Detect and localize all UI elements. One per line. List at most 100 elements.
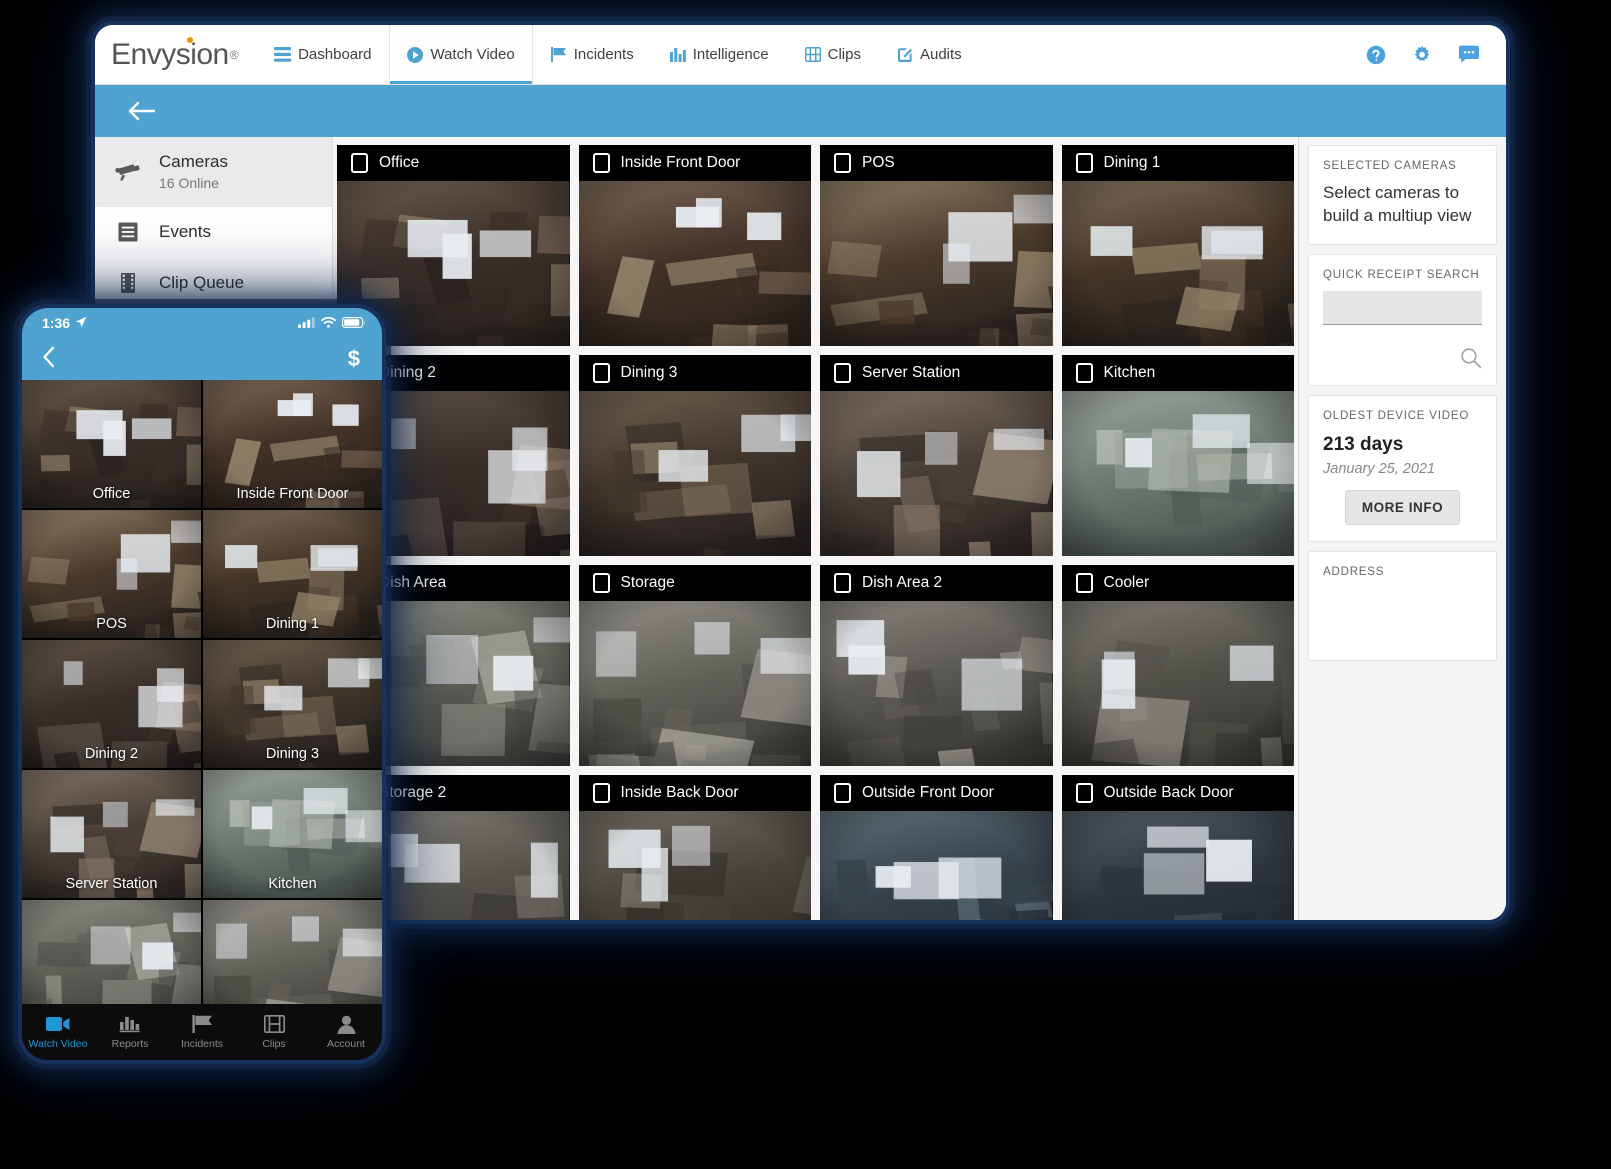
search-icon[interactable] (1460, 347, 1482, 369)
receipt-dollar-button[interactable]: $ (348, 346, 360, 372)
camera-tile-header: Server Station (820, 355, 1053, 391)
phone-camera-tile[interactable]: Kitchen (203, 770, 382, 898)
camera-tile-header: POS (820, 145, 1053, 181)
phone-status-bar: 1:36 (22, 308, 382, 338)
camera-select-checkbox[interactable] (834, 153, 851, 173)
camera-select-checkbox[interactable] (834, 573, 851, 593)
back-arrow-icon[interactable] (127, 100, 155, 122)
nav-item-label: Dashboard (298, 46, 372, 63)
camera-thumbnail[interactable] (820, 601, 1053, 766)
camera-tile[interactable]: Dish Area 2 (820, 565, 1053, 766)
phone-tab-bar: Watch Video Reports Incidents Clips Acco… (22, 1004, 382, 1060)
camera-tile-header: Cooler (1061, 565, 1294, 601)
camera-tile[interactable]: Server Station (820, 355, 1053, 556)
location-arrow-icon (75, 315, 87, 331)
camera-tile-header: Kitchen (1061, 355, 1294, 391)
camera-tile[interactable]: Outside Back Door (1061, 775, 1294, 920)
film-icon (263, 1014, 285, 1034)
sidebar-item-events[interactable]: Events (95, 207, 332, 258)
camera-tile[interactable]: Dining 3 (578, 355, 811, 556)
phone-camera-tile[interactable]: Office (22, 380, 201, 508)
chat-icon[interactable] (1458, 45, 1480, 64)
phone-tab-account[interactable]: Account (310, 1014, 382, 1050)
phone-tab-reports[interactable]: Reports (94, 1014, 166, 1050)
phone-tab-label: Reports (111, 1038, 149, 1050)
receipt-search-input[interactable] (1323, 290, 1482, 325)
camera-name-label: Storage (620, 574, 675, 591)
phone-status-time: 1:36 (42, 315, 71, 331)
camera-select-checkbox[interactable] (592, 573, 610, 593)
camera-select-checkbox[interactable] (834, 783, 851, 803)
phone-camera-name-label: Kitchen (268, 876, 317, 892)
phone-camera-tile[interactable]: Dining 3 (203, 640, 382, 768)
nav-item-label: Audits (919, 46, 962, 63)
sidebar-item-label: Cameras (159, 152, 228, 171)
camera-select-checkbox[interactable] (1075, 783, 1093, 803)
nav-item-incidents[interactable]: Incidents (533, 25, 652, 84)
brand-accent-dot (187, 37, 193, 43)
phone-camera-name-label: Dining 1 (265, 616, 320, 632)
phone-camera-tile[interactable]: Inside Front Door (203, 380, 382, 508)
phone-camera-tile[interactable]: Server Station (22, 770, 201, 898)
camera-tile[interactable]: Cooler (1061, 565, 1294, 766)
camera-select-checkbox[interactable] (592, 153, 610, 173)
sidebar-item-clip-queue[interactable]: Clip Queue (95, 258, 332, 309)
nav-item-audits[interactable]: Audits (879, 25, 980, 84)
camera-tile-header: Dish Area 2 (820, 565, 1053, 601)
oldest-device-video-date: January 25, 2021 (1323, 461, 1436, 478)
help-icon[interactable] (1366, 45, 1386, 65)
gear-icon[interactable] (1412, 45, 1432, 65)
camera-thumbnail[interactable] (578, 181, 811, 346)
camera-select-checkbox[interactable] (1075, 153, 1093, 173)
nav-utility-icons (1366, 25, 1506, 84)
sidebar-item-cameras[interactable]: Cameras 16 Online (95, 137, 332, 207)
camera-name-label: Kitchen (1103, 364, 1156, 381)
camera-select-checkbox[interactable] (834, 363, 851, 383)
phone-camera-tile[interactable]: Dining 1 (203, 510, 382, 638)
camera-thumbnail[interactable] (578, 811, 811, 920)
camera-select-checkbox[interactable] (592, 363, 610, 383)
flag-icon (191, 1014, 213, 1034)
flag-icon (550, 47, 567, 62)
camera-name-label: Dining 2 (379, 364, 436, 381)
camera-thumbnail[interactable] (820, 811, 1053, 920)
camera-thumbnail[interactable] (578, 391, 811, 556)
camera-tile[interactable]: Inside Front Door (578, 145, 811, 346)
camera-name-label: Office (379, 154, 420, 171)
camera-thumbnail[interactable] (1061, 391, 1294, 556)
more-info-button[interactable]: MORE INFO (1344, 490, 1461, 526)
phone-tab-clips[interactable]: Clips (238, 1014, 310, 1050)
phone-camera-grid: Office Inside Front Door POS Dining 1 Di… (22, 380, 382, 1028)
camera-select-checkbox[interactable] (1075, 573, 1093, 593)
phone-tab-incidents[interactable]: Incidents (166, 1014, 238, 1050)
nav-item-clips[interactable]: Clips (787, 25, 879, 84)
phone-tab-watch-video[interactable]: Watch Video (22, 1014, 94, 1050)
phone-camera-tile[interactable]: Dining 2 (22, 640, 201, 768)
camera-thumbnail[interactable] (820, 181, 1053, 346)
camera-thumbnail[interactable] (1061, 181, 1294, 346)
nav-item-dashboard[interactable]: Dashboard (256, 25, 389, 84)
camera-select-checkbox[interactable] (351, 153, 368, 173)
bar-chart-icon (119, 1014, 141, 1034)
camera-tile[interactable]: Dining 1 (1061, 145, 1294, 346)
camera-tile[interactable]: Storage (578, 565, 811, 766)
nav-item-label: Watch Video (430, 46, 515, 63)
nav-item-intelligence[interactable]: Intelligence (652, 25, 787, 84)
camera-thumbnail[interactable] (1061, 811, 1294, 920)
phone-tab-label: Incidents (180, 1038, 224, 1050)
phone-camera-tile[interactable]: POS (22, 510, 201, 638)
camera-thumbnail[interactable] (1061, 601, 1294, 766)
camera-tile[interactable]: Inside Back Door (578, 775, 811, 920)
camera-select-checkbox[interactable] (1075, 363, 1093, 383)
camera-thumbnail[interactable] (578, 601, 811, 766)
camera-tile[interactable]: Kitchen (1061, 355, 1294, 556)
camera-tile[interactable]: Outside Front Door (820, 775, 1053, 920)
phone-camera-name-label: Office (92, 486, 131, 502)
chevron-left-icon[interactable] (42, 346, 56, 373)
camera-grid-wrapper: Office Inside Front Door POS Dining 1 Di… (333, 137, 1298, 920)
camera-select-checkbox[interactable] (592, 783, 610, 803)
blue-toolbar (95, 85, 1506, 137)
nav-item-watch-video[interactable]: Watch Video (389, 25, 533, 84)
camera-tile[interactable]: POS (820, 145, 1053, 346)
camera-thumbnail[interactable] (820, 391, 1053, 556)
